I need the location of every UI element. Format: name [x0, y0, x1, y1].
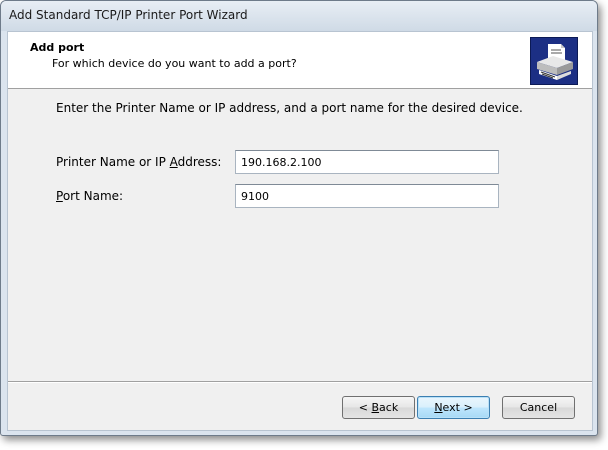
back-button-prefix: <: [358, 401, 372, 414]
page-subtitle: For which device do you want to add a po…: [52, 57, 297, 70]
printer-name-label: Printer Name or IP Address:: [56, 155, 221, 169]
port-name-label: Port Name:: [56, 189, 123, 203]
back-button[interactable]: < Back: [342, 396, 415, 419]
page-title: Add port: [30, 41, 85, 54]
back-button-label: ack: [379, 401, 399, 414]
printer-port-icon: [530, 37, 578, 85]
next-button-label: ext >: [442, 401, 473, 414]
printer-name-label-accesskey: A: [169, 155, 178, 169]
printer-name-label-text: Printer Name or IP: [56, 155, 170, 169]
printer-name-input[interactable]: [235, 150, 499, 174]
next-button[interactable]: Next >: [417, 396, 490, 419]
port-name-label-rest: ort Name:: [62, 189, 124, 203]
printer-name-label-rest: ddress:: [177, 155, 222, 169]
wizard-window: Add Standard TCP/IP Printer Port Wizard …: [0, 0, 598, 436]
back-button-accesskey: B: [371, 401, 380, 414]
port-name-input[interactable]: [235, 184, 499, 208]
next-button-accesskey: N: [434, 401, 443, 414]
cancel-button[interactable]: Cancel: [502, 396, 575, 419]
instructions-text: Enter the Printer Name or IP address, an…: [56, 101, 523, 115]
title-bar[interactable]: Add Standard TCP/IP Printer Port Wizard: [1, 1, 597, 31]
window-title: Add Standard TCP/IP Printer Port Wizard: [9, 8, 248, 22]
button-divider: [8, 381, 592, 383]
wizard-client-area: Add port For which device do you want to…: [7, 31, 593, 431]
port-name-label-accesskey: P: [56, 189, 63, 203]
wizard-header: Add port For which device do you want to…: [8, 32, 592, 89]
